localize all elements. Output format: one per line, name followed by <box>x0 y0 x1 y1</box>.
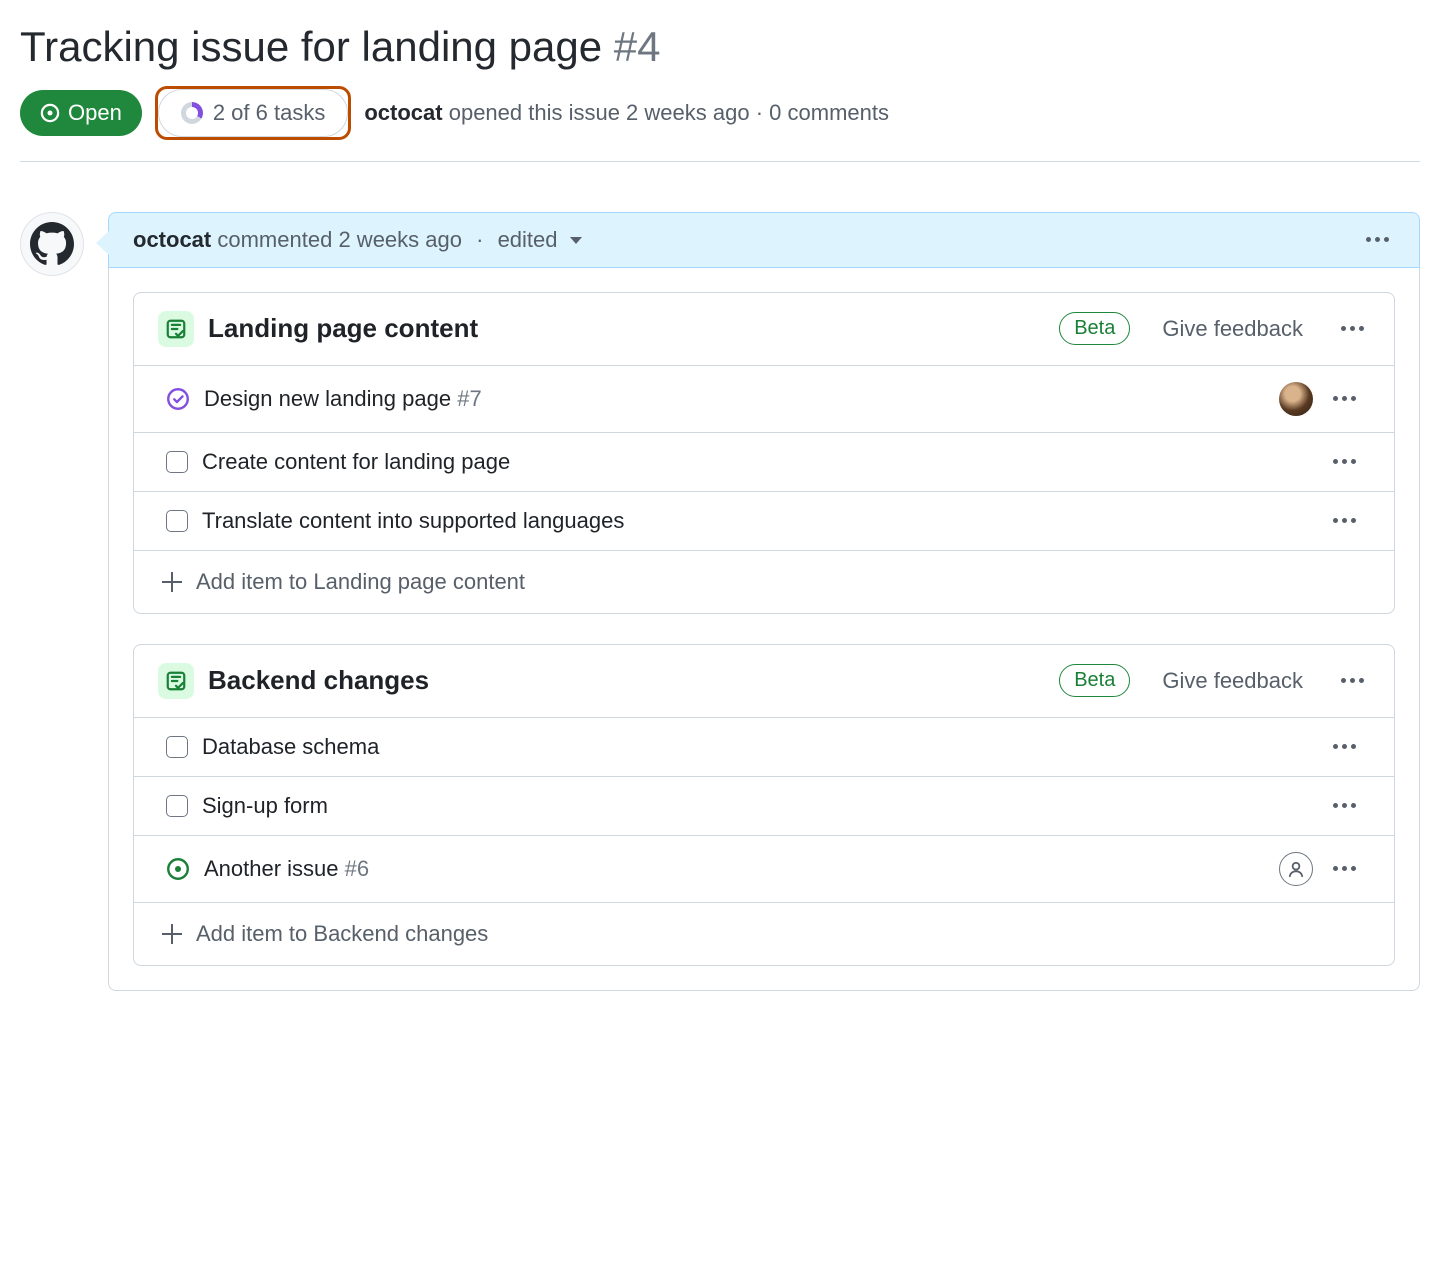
task-row[interactable]: Design new landing page #7 <box>134 365 1394 432</box>
octocat-icon <box>30 222 74 266</box>
task-menu-button[interactable] <box>1327 797 1362 814</box>
issue-number: #4 <box>614 23 661 70</box>
assignee-avatar[interactable] <box>1279 382 1313 416</box>
task-menu-button[interactable] <box>1327 453 1362 470</box>
task-ref: #6 <box>345 856 369 881</box>
progress-donut-icon <box>181 102 203 124</box>
issue-open-icon <box>166 857 190 881</box>
status-label: Open <box>68 100 122 126</box>
tasklist: Landing page content Beta Give feedback … <box>133 292 1395 614</box>
comment-container: octocat commented 2 weeks ago · edited <box>108 212 1420 991</box>
comment-thread: octocat commented 2 weeks ago · edited <box>20 212 1420 991</box>
task-checkbox[interactable] <box>166 736 188 758</box>
beta-badge: Beta <box>1059 312 1130 345</box>
tasklist: Backend changes Beta Give feedback Datab… <box>133 644 1395 966</box>
task-label: Database schema <box>202 734 1313 760</box>
issue-meta-row: Open 2 of 6 tasks octocat opened this is… <box>20 89 1420 162</box>
task-label: Create content for landing page <box>202 449 1313 475</box>
tasklist-icon <box>158 663 194 699</box>
task-checkbox[interactable] <box>166 795 188 817</box>
task-row[interactable]: Translate content into supported languag… <box>134 491 1394 550</box>
issue-title-text: Tracking issue for landing page <box>20 23 602 70</box>
issue-author[interactable]: octocat <box>364 100 442 125</box>
task-menu-button[interactable] <box>1327 390 1362 407</box>
issue-opened-text: opened this issue 2 weeks ago <box>449 100 750 125</box>
tasklist-header: Backend changes Beta Give feedback <box>134 645 1394 717</box>
give-feedback-link[interactable]: Give feedback <box>1162 668 1303 694</box>
tasklist-title: Landing page content <box>208 313 1045 344</box>
add-item-button[interactable]: Add item to Backend changes <box>134 902 1394 965</box>
tasklist-menu-button[interactable] <box>1335 672 1370 689</box>
comment-menu-button[interactable] <box>1360 231 1395 248</box>
give-feedback-link[interactable]: Give feedback <box>1162 316 1303 342</box>
comment-edited[interactable]: edited <box>498 227 558 252</box>
issue-open-icon <box>40 103 60 123</box>
add-item-button[interactable]: Add item to Landing page content <box>134 550 1394 613</box>
task-progress-label: 2 of 6 tasks <box>213 100 326 126</box>
issue-closed-icon <box>166 387 190 411</box>
author-avatar[interactable] <box>20 212 84 276</box>
tasklist-header: Landing page content Beta Give feedback <box>134 293 1394 365</box>
person-icon <box>1287 860 1305 878</box>
issue-comments-count: 0 comments <box>769 100 889 125</box>
comment-author[interactable]: octocat <box>133 227 211 252</box>
add-item-label: Add item to Landing page content <box>196 569 525 595</box>
task-label: Design new landing page <box>204 386 451 411</box>
tasklist-title: Backend changes <box>208 665 1045 696</box>
plus-icon <box>162 924 182 944</box>
issue-meta-text: octocat opened this issue 2 weeks ago · … <box>364 100 889 126</box>
assignee-placeholder[interactable] <box>1279 852 1313 886</box>
task-checkbox[interactable] <box>166 451 188 473</box>
task-menu-button[interactable] <box>1327 512 1362 529</box>
task-progress-pill[interactable]: 2 of 6 tasks <box>158 89 349 137</box>
task-row[interactable]: Database schema <box>134 717 1394 776</box>
issue-title: Tracking issue for landing page #4 <box>20 20 1420 75</box>
comment-header: octocat commented 2 weeks ago · edited <box>108 212 1420 268</box>
task-menu-button[interactable] <box>1327 738 1362 755</box>
task-row[interactable]: Sign-up form <box>134 776 1394 835</box>
comment-body: Landing page content Beta Give feedback … <box>108 268 1420 991</box>
task-label: Another issue <box>204 856 339 881</box>
plus-icon <box>162 572 182 592</box>
task-row[interactable]: Another issue #6 <box>134 835 1394 902</box>
task-label: Sign-up form <box>202 793 1313 819</box>
task-row[interactable]: Create content for landing page <box>134 432 1394 491</box>
comment-action: commented <box>217 227 332 252</box>
task-label: Translate content into supported languag… <box>202 508 1313 534</box>
task-ref: #7 <box>457 386 481 411</box>
task-checkbox[interactable] <box>166 510 188 532</box>
tasklist-icon <box>158 311 194 347</box>
task-menu-button[interactable] <box>1327 860 1362 877</box>
status-open-badge: Open <box>20 90 142 136</box>
caret-down-icon[interactable] <box>570 237 582 244</box>
beta-badge: Beta <box>1059 664 1130 697</box>
comment-time: 2 weeks ago <box>338 227 462 252</box>
tasklist-menu-button[interactable] <box>1335 320 1370 337</box>
add-item-label: Add item to Backend changes <box>196 921 488 947</box>
